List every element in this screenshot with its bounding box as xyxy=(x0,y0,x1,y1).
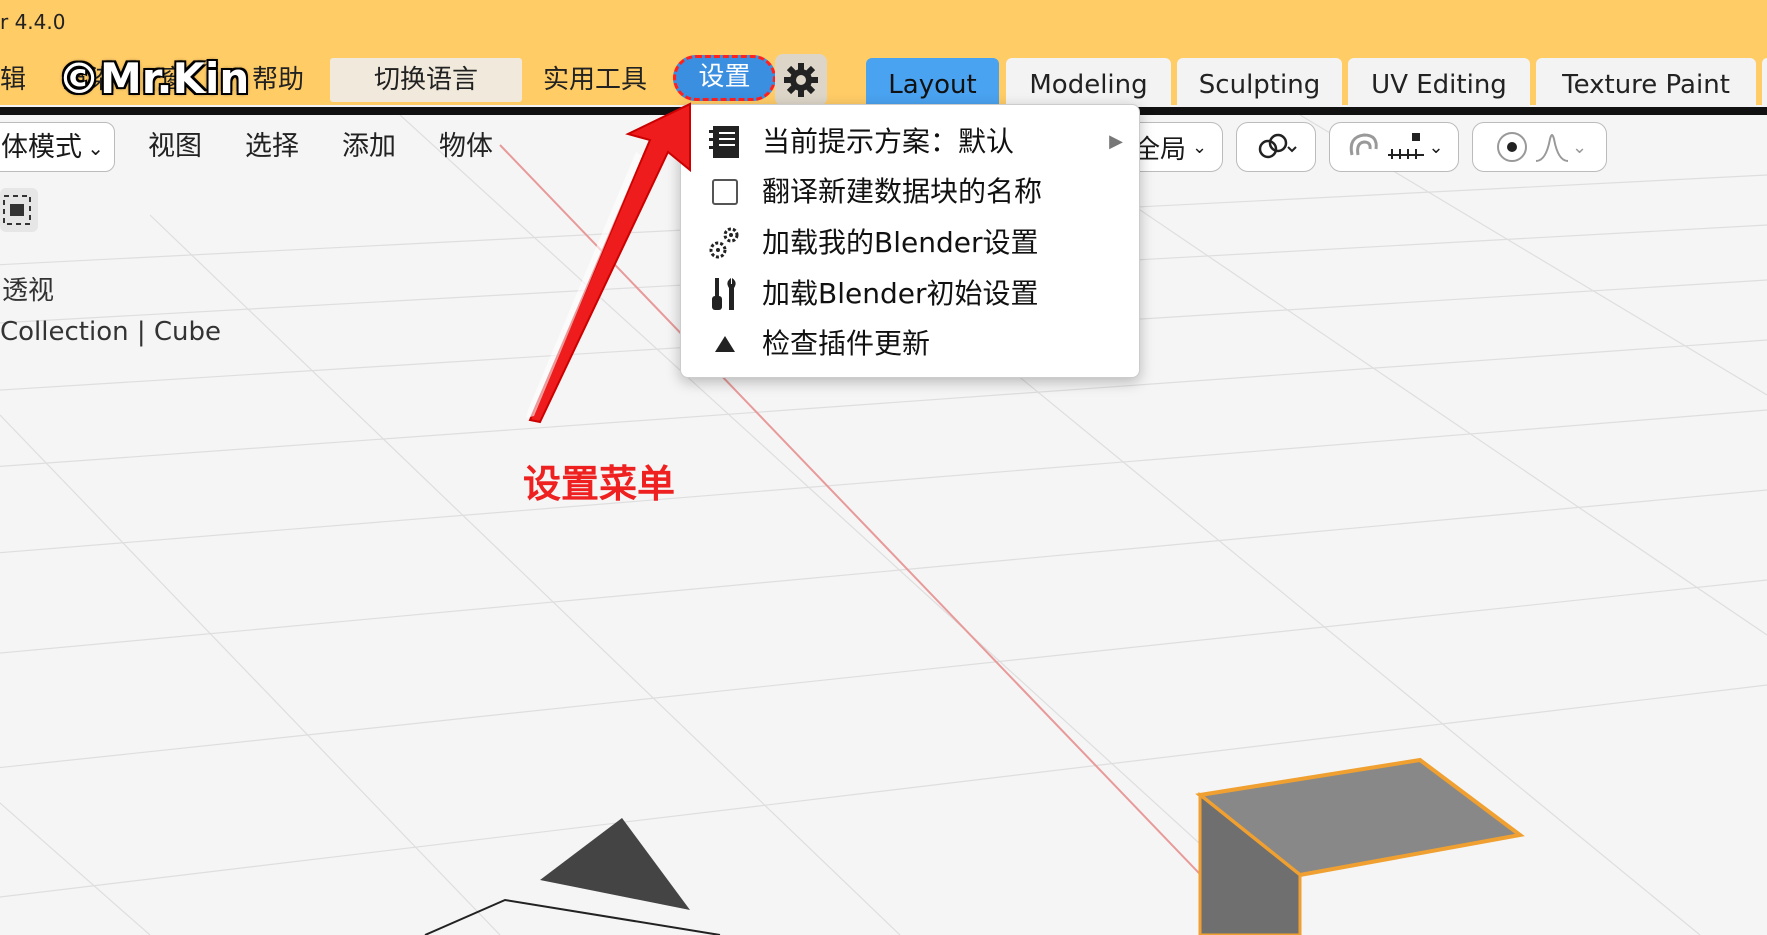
submenu-arrow-icon: ▶ xyxy=(1109,131,1123,152)
settings-dropdown-menu: 当前提示方案：默认 ▶ 翻译新建数据块的名称 加载我的Blender设置 加载B… xyxy=(680,104,1140,378)
select-box-tool[interactable] xyxy=(0,188,38,232)
proportional-editing-group[interactable]: ⌄ xyxy=(1472,122,1607,172)
menu-item-current-hint-scheme[interactable]: 当前提示方案：默认 ▶ xyxy=(681,117,1139,167)
tab-uv-editing[interactable]: UV Editing xyxy=(1348,58,1530,108)
menu-item-label: 翻译新建数据块的名称 xyxy=(762,175,1043,208)
checkbox-icon[interactable] xyxy=(707,174,743,210)
chevron-down-icon: ⌄ xyxy=(1191,136,1208,158)
object-mode-label: 体模式 xyxy=(1,132,82,163)
menu-item-label: 当前提示方案：默认 xyxy=(762,125,1015,158)
menu-utilities[interactable]: 实用工具 xyxy=(543,58,647,102)
pivot-link-icon xyxy=(1258,133,1297,159)
falloff-curve-icon xyxy=(1535,134,1569,162)
title-bar: r 4.4.0 xyxy=(0,0,1767,50)
select-box-icon xyxy=(3,195,31,225)
menu-view[interactable]: 视图 xyxy=(148,122,202,172)
menu-edit[interactable]: 辑 xyxy=(0,58,26,102)
tab-sculpting[interactable]: Sculpting xyxy=(1177,58,1342,108)
tab-layout[interactable]: Layout xyxy=(866,58,999,108)
menu-item-check-addon-updates[interactable]: 检查插件更新 xyxy=(681,319,1139,369)
chevron-down-icon: ⌄ xyxy=(1428,136,1444,158)
tab-texture-paint[interactable]: Texture Paint xyxy=(1536,58,1756,108)
notebook-icon xyxy=(709,126,739,158)
cube-object[interactable] xyxy=(1195,757,1525,935)
gear-icon xyxy=(784,63,818,97)
transform-orientation-label: 全局 xyxy=(1133,134,1186,165)
view-name-label: 透视 xyxy=(2,276,55,306)
menu-item-load-factory-settings[interactable]: 加载Blender初始设置 xyxy=(681,269,1139,319)
menu-settings[interactable]: 设置 xyxy=(673,55,776,101)
preferences-gear-button[interactable] xyxy=(775,54,827,106)
window-title: r 4.4.0 xyxy=(0,10,66,34)
tools-icon xyxy=(712,278,736,310)
pivot-point-select[interactable] xyxy=(1236,122,1316,172)
menu-add[interactable]: 添加 xyxy=(342,122,396,172)
menu-item-load-my-settings[interactable]: 加载我的Blender设置 xyxy=(681,218,1139,268)
annotation-label: 设置菜单 xyxy=(523,462,676,506)
object-mode-select[interactable]: 体模式 ⌄ xyxy=(0,122,115,172)
menu-item-label: 检查插件更新 xyxy=(762,327,931,360)
chevron-down-icon: ⌄ xyxy=(87,136,104,160)
collection-path-label: Collection | Cube xyxy=(0,317,222,347)
tab-modeling[interactable]: Modeling xyxy=(1006,58,1171,108)
chevron-down-icon: ⌄ xyxy=(1571,136,1588,158)
switch-language-button[interactable]: 切换语言 xyxy=(330,58,522,102)
menu-help[interactable]: 帮助 xyxy=(252,58,304,102)
menu-select[interactable]: 选择 xyxy=(245,122,299,172)
proportional-editing-icon xyxy=(1496,132,1527,162)
menu-object[interactable]: 物体 xyxy=(439,122,493,172)
menu-item-translate-new-data[interactable]: 翻译新建数据块的名称 xyxy=(681,167,1139,217)
triangle-up-icon xyxy=(715,336,735,352)
camera-object[interactable] xyxy=(424,818,721,935)
watermark: ©Mr.Kin xyxy=(58,54,250,103)
magnet-icon xyxy=(1350,133,1379,156)
tab-overflow[interactable] xyxy=(1762,58,1767,108)
menu-item-label: 加载Blender初始设置 xyxy=(762,277,1039,310)
gears-icon xyxy=(709,227,739,259)
menu-item-label: 加载我的Blender设置 xyxy=(762,226,1039,259)
snap-increment-icon xyxy=(1388,133,1425,159)
snapping-group[interactable]: ⌄ xyxy=(1329,122,1459,172)
